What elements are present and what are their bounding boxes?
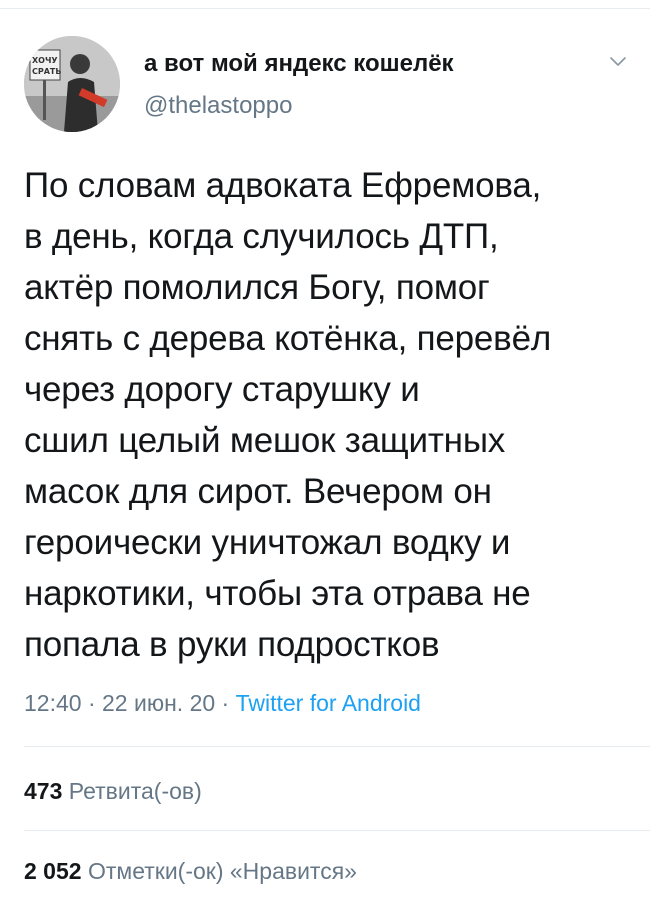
top-divider (0, 8, 650, 9)
stats-divider-top (24, 746, 650, 747)
avatar-sign-line1: ХОЧУ (32, 56, 58, 65)
tweet-text: По словам адвоката Ефремова, в день, ког… (24, 166, 552, 664)
tweet-date: 22 июн. 20 (102, 690, 216, 716)
tweet-time: 12:40 (24, 690, 82, 716)
author-handle[interactable]: @thelastoppo (144, 92, 292, 120)
retweets-count: 473 (24, 778, 63, 804)
retweets-label: Ретвита(-ов) (68, 778, 202, 804)
likes-stat[interactable]: 2 052 Отметки(-ок) «Нравится» (24, 858, 357, 885)
tweet-header: ХОЧУ СРАТЬ а вот мой яндекс кошелёк @the… (24, 36, 626, 132)
avatar[interactable]: ХОЧУ СРАТЬ (24, 36, 120, 132)
meta-separator: · (221, 690, 230, 716)
likes-count: 2 052 (24, 858, 82, 884)
chevron-down-icon[interactable] (606, 50, 630, 74)
avatar-sign-line2: СРАТЬ (32, 67, 61, 76)
tweet-meta: 12:40 · 22 июн. 20 · Twitter for Android (24, 690, 421, 717)
meta-separator: · (87, 690, 96, 716)
likes-label: Отметки(-ок) «Нравится» (87, 858, 357, 884)
author-display-name[interactable]: а вот мой яндекс кошелёк (144, 50, 454, 78)
tweet-source-link[interactable]: Twitter for Android (236, 690, 421, 716)
stats-divider-middle (24, 830, 650, 831)
avatar-image: ХОЧУ СРАТЬ (24, 36, 120, 132)
retweets-stat[interactable]: 473 Ретвита(-ов) (24, 778, 202, 805)
